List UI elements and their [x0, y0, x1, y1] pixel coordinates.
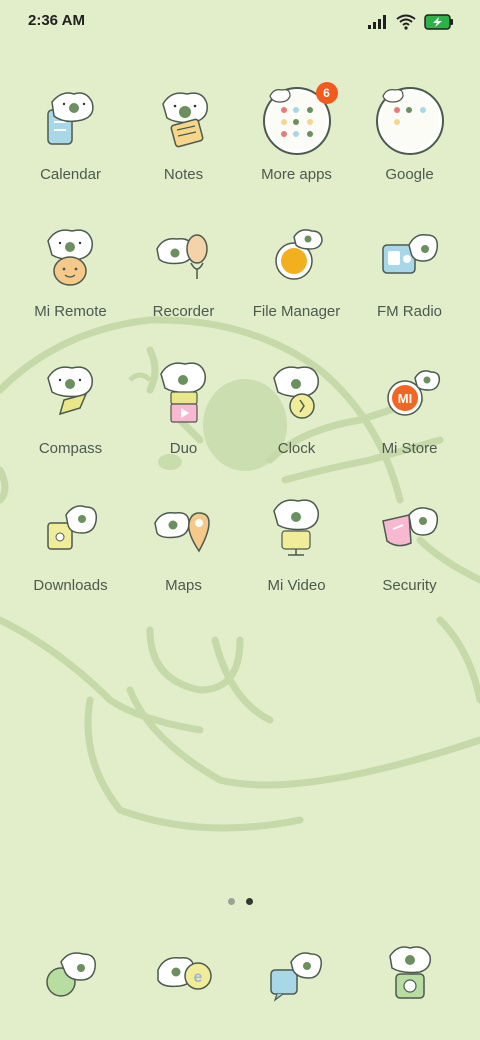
app-mi-video[interactable]: Mi Video	[240, 483, 353, 620]
app-label: Mi Store	[381, 440, 438, 457]
svg-text:MI: MI	[397, 391, 411, 406]
app-maps[interactable]: Maps	[127, 483, 240, 620]
app-file-manager[interactable]: File Manager	[240, 209, 353, 346]
remote-icon	[34, 219, 108, 293]
maps-icon	[147, 493, 221, 567]
dock-messaging[interactable]	[240, 940, 353, 1004]
app-label: Mi Video	[267, 577, 326, 594]
duo-icon	[147, 356, 221, 430]
signal-icon	[368, 15, 386, 29]
dock: e	[14, 940, 466, 1004]
messaging-icon	[269, 952, 322, 1002]
app-fm-radio[interactable]: FM Radio	[353, 209, 466, 346]
clock-icon	[260, 356, 334, 430]
app-label: Mi Remote	[34, 303, 107, 320]
app-row: Mi Remote Recorder File Manager FM Radio	[14, 209, 466, 346]
status-time: 2:36 AM	[28, 12, 85, 29]
folder-icon: 6	[260, 82, 338, 156]
status-bar: 2:36 AM	[0, 0, 480, 44]
app-clock[interactable]: Clock	[240, 346, 353, 483]
app-mi-store[interactable]: MI Mi Store	[353, 346, 466, 483]
notes-icon	[147, 82, 221, 156]
wifi-icon	[396, 14, 416, 30]
app-label: Calendar	[40, 166, 101, 183]
dock-camera[interactable]	[353, 940, 466, 1004]
app-row: Calendar Notes 6 More apps Google	[14, 72, 466, 209]
app-compass[interactable]: Compass	[14, 346, 127, 483]
app-mi-remote[interactable]: Mi Remote	[14, 209, 127, 346]
dock-browser[interactable]: e	[127, 940, 240, 1004]
app-label: Compass	[38, 440, 103, 457]
folder-icon	[373, 82, 447, 156]
app-label: Downloads	[33, 577, 108, 594]
app-downloads[interactable]: Downloads	[14, 483, 127, 620]
page-dot-active[interactable]	[246, 898, 253, 905]
phone-icon	[45, 952, 96, 997]
app-recorder[interactable]: Recorder	[127, 209, 240, 346]
app-label: More apps	[261, 166, 332, 183]
app-label: Clock	[277, 440, 316, 457]
app-notes[interactable]: Notes	[127, 72, 240, 209]
app-row: Compass Duo Clock MI Mi Store	[14, 346, 466, 483]
app-label: Security	[382, 577, 437, 594]
recorder-icon	[147, 219, 221, 293]
app-grid: Calendar Notes 6 More apps Google Mi Rem…	[14, 72, 466, 620]
app-label: Maps	[165, 577, 202, 594]
page-dot[interactable]	[228, 898, 235, 905]
file-manager-icon	[260, 219, 334, 293]
mi-store-icon: MI	[373, 356, 447, 430]
folder-google[interactable]: Google	[353, 72, 466, 209]
camera-icon	[388, 946, 431, 999]
app-duo[interactable]: Duo	[127, 346, 240, 483]
app-calendar[interactable]: Calendar	[14, 72, 127, 209]
app-label: Notes	[163, 166, 204, 183]
app-label: Recorder	[152, 303, 215, 320]
dock-phone[interactable]	[14, 940, 127, 1004]
app-label: File Manager	[252, 303, 341, 320]
radio-icon	[373, 219, 447, 293]
battery-charging-icon	[424, 14, 453, 30]
app-label: Google	[385, 166, 434, 183]
svg-text:e: e	[193, 969, 202, 986]
app-label: FM Radio	[376, 303, 443, 320]
calendar-icon	[34, 82, 108, 156]
downloads-icon	[34, 493, 108, 567]
browser-icon: e	[156, 957, 212, 990]
compass-icon	[34, 356, 108, 430]
app-label: Duo	[169, 440, 198, 457]
app-row: Downloads Maps Mi Video Security	[14, 483, 466, 620]
notification-badge: 6	[315, 82, 338, 104]
folder-more-apps[interactable]: 6 More apps	[240, 72, 353, 209]
page-indicator	[228, 898, 253, 905]
video-icon	[260, 493, 334, 567]
security-icon	[373, 493, 447, 567]
app-security[interactable]: Security	[353, 483, 466, 620]
